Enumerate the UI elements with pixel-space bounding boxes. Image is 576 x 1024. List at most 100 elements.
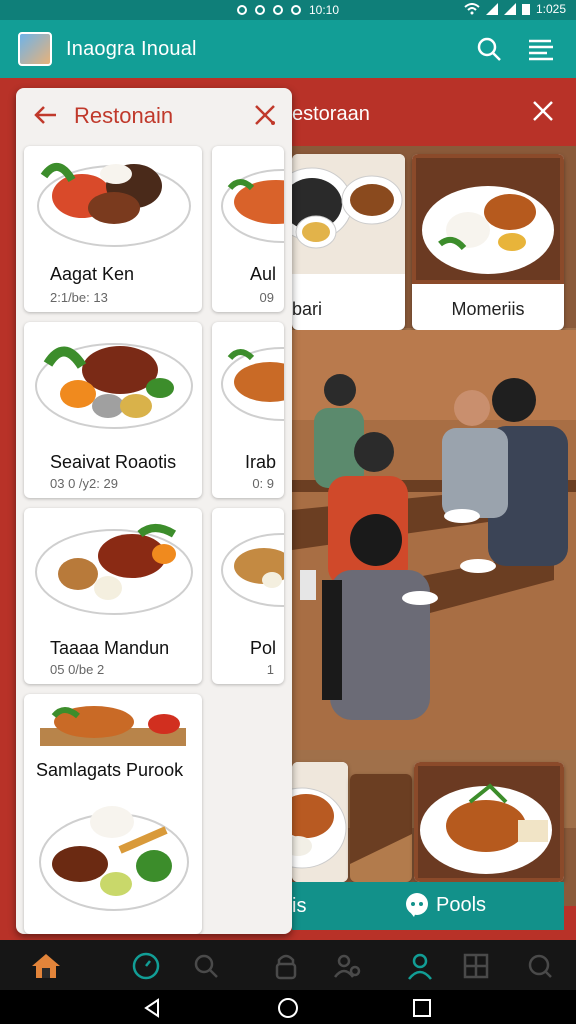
close-icon [533, 101, 553, 121]
table-image [350, 774, 412, 882]
nav-explore[interactable] [130, 950, 162, 982]
restaurant-name: Aagat Ken [50, 264, 135, 284]
food-image [221, 347, 284, 421]
battery-icon [521, 4, 530, 15]
arrow-left-icon [34, 106, 56, 124]
sync-icon [272, 5, 283, 15]
alarm-icon [254, 5, 265, 15]
restaurant-card[interactable]: Aul 09 [212, 146, 284, 312]
status-center-text: 10:10 [308, 3, 340, 17]
restaurant-meta: 09 [259, 290, 274, 305]
system-home-button[interactable] [276, 996, 300, 1020]
food-image [221, 533, 284, 607]
back-card-2[interactable]: Momeriis [412, 154, 564, 330]
food-image [40, 706, 186, 746]
restaurant-panel: Restonain Aagat Ken 2:1/be: 13 Aul 09 Se… [16, 88, 292, 934]
restaurant-card[interactable]: Seaivat Roaotis 03 0 /y2: 29 [24, 322, 202, 498]
restaurant-meta: 2:1/be: 13 [50, 290, 108, 305]
nav-user-search[interactable] [332, 950, 364, 982]
restaurant-meta: 05 0/be 2 [50, 662, 105, 677]
status-bar: 10:10 1:025 [0, 0, 576, 20]
nav-lock[interactable] [270, 950, 302, 982]
restaurant-name: Taaaa Mandun [50, 638, 170, 658]
back-card-5[interactable] [414, 762, 564, 882]
back-card-label: Momeriis [451, 299, 525, 319]
back-modal-title: estoraan [292, 102, 370, 125]
restaurant-meta: 1 [266, 662, 274, 677]
user-icon [408, 953, 432, 980]
food-image [221, 169, 284, 243]
back-modal-close-button[interactable] [532, 100, 554, 128]
back-button[interactable] [32, 102, 58, 133]
app-bar: Inaogra Inoual [0, 20, 576, 78]
restaurant-card[interactable]: Samlagats Purook [24, 694, 202, 934]
restaurant-name: Pol [249, 638, 276, 658]
app-title: Inaogra Inoual [66, 37, 197, 60]
bottom-nav [0, 940, 576, 990]
user-search-icon [334, 954, 361, 978]
square-recents-icon [413, 999, 431, 1017]
nav-chat[interactable] [524, 950, 556, 982]
back-card-3[interactable] [292, 762, 348, 882]
food-image [292, 762, 348, 882]
search-button[interactable] [474, 34, 504, 64]
panel-title: Restonain [74, 103, 174, 128]
food-image [412, 154, 564, 284]
nav-grid[interactable] [460, 950, 492, 982]
signal-icon-2 [503, 3, 516, 15]
back-card-label: bari [292, 299, 323, 319]
restaurant-meta: 03 0 /y2: 29 [50, 476, 118, 491]
restaurant-name: Irab [244, 452, 276, 472]
chat-search-icon [528, 954, 552, 978]
restaurant-name: Aul [249, 264, 276, 284]
back-card-4[interactable] [350, 774, 412, 882]
triangle-back-icon [144, 998, 159, 1018]
pools-label: Pools [436, 893, 487, 916]
back-card-1[interactable]: bari [292, 154, 405, 330]
notification-icon [236, 5, 247, 15]
search-icon [194, 954, 218, 978]
chat-icon [406, 893, 428, 917]
app-logo[interactable] [18, 32, 52, 66]
restaurant-meta: 0: 9 [252, 476, 274, 491]
signal-icon [485, 3, 498, 15]
restaurant-name: Samlagats Purook [36, 760, 184, 780]
back-bottom-bar: is Pools [292, 882, 564, 930]
food-image [37, 163, 191, 247]
status-time: 1:025 [535, 2, 566, 16]
location-icon [290, 5, 301, 15]
restaurant-card[interactable]: Irab 0: 9 [212, 322, 284, 498]
search-icon [477, 37, 501, 61]
status-right: 1:025 [464, 2, 566, 16]
system-nav [0, 990, 576, 1024]
food-image [39, 806, 189, 911]
restaurant-card[interactable]: Taaaa Mandun 05 0/be 2 [24, 508, 202, 684]
circle-home-icon [278, 998, 298, 1018]
nav-home[interactable] [30, 950, 62, 982]
back-modal-header: estoraan [292, 88, 576, 140]
panel-close-button[interactable] [252, 102, 278, 133]
status-center: 10:10 [236, 3, 340, 17]
panel-header: Restonain [16, 88, 292, 144]
menu-button[interactable] [526, 34, 556, 64]
back-bottom-left-label[interactable]: is [292, 895, 322, 918]
system-back-button[interactable] [140, 996, 164, 1020]
nav-search[interactable] [190, 950, 222, 982]
wifi-icon [464, 3, 480, 15]
menu-icon [529, 39, 553, 61]
system-recents-button[interactable] [410, 996, 434, 1020]
restaurant-name: Seaivat Roaotis [50, 452, 177, 472]
app-actions [474, 34, 556, 64]
food-image [292, 154, 405, 274]
compass-icon [132, 952, 160, 980]
nav-profile[interactable] [404, 950, 436, 982]
pools-button[interactable]: Pools [404, 892, 486, 918]
grid-icon [463, 953, 489, 979]
food-image [35, 343, 193, 429]
restaurant-card[interactable]: Aagat Ken 2:1/be: 13 [24, 146, 202, 312]
restaurant-illustration [292, 330, 576, 750]
home-icon [32, 954, 60, 978]
restaurant-card[interactable]: Pol 1 [212, 508, 284, 684]
food-image [414, 762, 564, 882]
food-image [35, 524, 193, 615]
